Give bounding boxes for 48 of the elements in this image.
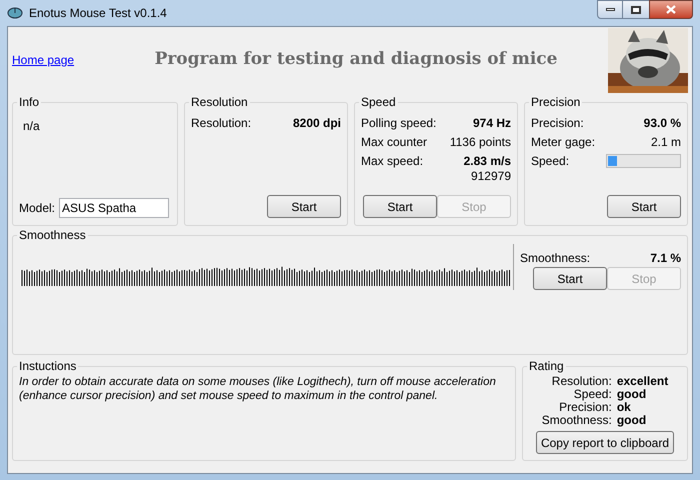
rating-label: Smoothness: xyxy=(542,414,612,427)
start-button[interactable]: Start xyxy=(267,195,341,218)
group-title: Precision xyxy=(530,94,582,111)
close-button[interactable] xyxy=(649,0,693,19)
rating-value: good xyxy=(616,414,648,427)
start-button[interactable]: Start xyxy=(533,267,607,290)
minimize-button[interactable] xyxy=(597,0,623,19)
stat-label: Resolution: xyxy=(191,114,252,132)
stat-value: 93.0 % xyxy=(644,114,681,132)
stat-label: Speed: xyxy=(531,152,570,170)
group-title: Smoothness xyxy=(18,227,87,244)
home-page-link[interactable]: Home page xyxy=(12,51,74,69)
stat-value: 7.1 % xyxy=(650,250,681,266)
instructions-text: In order to obtain accurate data on some mouses (like Logithech), turn off mouse acceleration (enhance cursor precision) and set mouse speed to maximum in the control panel. xyxy=(19,375,497,403)
group-title: Rating xyxy=(528,358,565,375)
stat-value: 2.1 m xyxy=(650,134,681,150)
group-title: Resolution xyxy=(190,94,249,111)
stat-value: 2.83 m/s xyxy=(464,152,511,170)
group-title: Speed xyxy=(360,94,397,111)
stat-label: Max speed: xyxy=(361,152,424,170)
stat-value: 8200 dpi xyxy=(292,114,341,132)
close-icon xyxy=(666,5,676,14)
stat-value: 1136 points xyxy=(450,134,511,150)
window-title: Enotus Mouse Test v0.1.4 xyxy=(29,5,167,22)
stat-label: Max counter xyxy=(361,134,428,150)
stat-value: 974 Hz xyxy=(472,114,511,132)
rating-label: Resolution: xyxy=(550,375,612,388)
rating-value: good xyxy=(616,388,648,401)
rating-label: Precision: xyxy=(558,401,612,414)
model-label: Model: xyxy=(19,200,56,217)
rating-label: Speed: xyxy=(572,388,612,401)
model-field[interactable]: ASUS Spatha xyxy=(59,198,170,218)
mouse-icon xyxy=(7,6,23,20)
rating-value: ok xyxy=(616,401,631,414)
stat-label: Meter gage: xyxy=(531,134,596,150)
group-title: Info xyxy=(18,94,40,111)
stat-label: Precision: xyxy=(531,114,584,132)
start-button[interactable]: Start xyxy=(607,195,681,218)
stat-label: Smoothness: xyxy=(520,250,590,266)
page-title: Program for testing and diagnosis of mice xyxy=(154,48,558,72)
maximize-button[interactable] xyxy=(623,0,649,19)
info-text: n/a xyxy=(23,118,41,135)
rating-value: excellent xyxy=(616,375,668,388)
counter-value: 912979 xyxy=(470,170,511,183)
group-title: Instuctions xyxy=(18,358,78,375)
stat-label: Polling speed: xyxy=(361,114,436,132)
start-button[interactable]: Start xyxy=(363,195,437,218)
copy-report-button[interactable]: Copy report to clipboard xyxy=(536,431,674,454)
